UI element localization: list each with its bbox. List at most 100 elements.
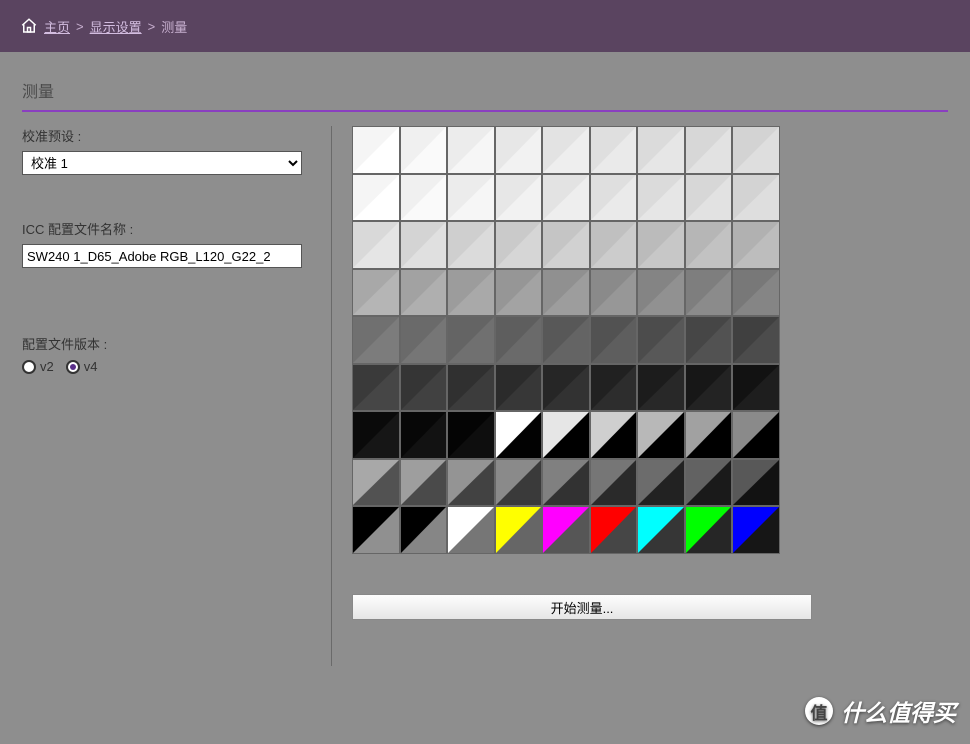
swatch-cell xyxy=(352,364,400,412)
start-measurement-button[interactable]: 开始测量... xyxy=(352,594,812,620)
swatch-cell xyxy=(732,126,780,174)
swatch-cell xyxy=(495,316,543,364)
swatch-cell xyxy=(637,269,685,317)
swatch-cell xyxy=(400,459,448,507)
swatch-cell xyxy=(590,221,638,269)
swatch-cell xyxy=(542,126,590,174)
swatch-cell xyxy=(542,269,590,317)
swatch-cell xyxy=(447,174,495,222)
swatch-cell xyxy=(685,221,733,269)
swatch-cell xyxy=(542,411,590,459)
swatch-cell xyxy=(352,221,400,269)
swatch-cell xyxy=(400,269,448,317)
swatch-cell xyxy=(400,411,448,459)
swatch-cell xyxy=(542,316,590,364)
swatch-cell xyxy=(590,174,638,222)
swatch-cell xyxy=(590,269,638,317)
version-radio-v4[interactable]: v4 xyxy=(66,359,98,374)
settings-panel: 校准预设 : 校准 1 ICC 配置文件名称 : 配置文件版本 : v2 v4 xyxy=(22,126,332,666)
preset-label: 校准预设 : xyxy=(22,126,311,145)
swatch-cell xyxy=(590,126,638,174)
swatch-cell xyxy=(352,459,400,507)
swatch-cell xyxy=(590,459,638,507)
swatch-cell xyxy=(352,126,400,174)
watermark: 值 什么值得买 xyxy=(805,694,956,728)
swatch-cell xyxy=(732,174,780,222)
watermark-text: 什么值得买 xyxy=(841,694,956,728)
swatch-cell xyxy=(542,506,590,554)
swatch-cell xyxy=(495,459,543,507)
breadcrumb-sep: > xyxy=(76,19,84,34)
swatch-cell xyxy=(542,364,590,412)
swatch-cell xyxy=(447,364,495,412)
swatch-cell xyxy=(495,221,543,269)
swatch-cell xyxy=(352,506,400,554)
swatch-cell xyxy=(732,364,780,412)
breadcrumb-home[interactable]: 主页 xyxy=(44,17,70,36)
swatch-cell xyxy=(495,174,543,222)
swatch-cell xyxy=(400,364,448,412)
breadcrumb-display-settings[interactable]: 显示设置 xyxy=(90,17,142,36)
swatch-cell xyxy=(400,316,448,364)
swatch-cell xyxy=(732,506,780,554)
swatch-cell xyxy=(542,174,590,222)
swatch-cell xyxy=(685,506,733,554)
swatch-cell xyxy=(400,221,448,269)
swatch-cell xyxy=(685,411,733,459)
swatch-cell xyxy=(637,506,685,554)
swatch-cell xyxy=(685,126,733,174)
swatch-cell xyxy=(685,364,733,412)
swatch-cell xyxy=(732,316,780,364)
swatch-cell xyxy=(732,459,780,507)
preview-panel: 开始测量... xyxy=(332,126,948,666)
swatch-cell xyxy=(352,174,400,222)
page-title: 测量 xyxy=(22,68,948,112)
swatch-cell xyxy=(685,174,733,222)
watermark-badge-icon: 值 xyxy=(805,697,833,725)
swatch-cell xyxy=(542,459,590,507)
swatch-cell xyxy=(637,364,685,412)
swatch-cell xyxy=(685,316,733,364)
breadcrumb-bar: 主页 > 显示设置 > 测量 xyxy=(0,0,970,52)
breadcrumb-current: 测量 xyxy=(161,17,187,36)
swatch-cell xyxy=(590,364,638,412)
swatch-cell xyxy=(732,269,780,317)
swatch-cell xyxy=(447,269,495,317)
swatch-cell xyxy=(400,126,448,174)
swatch-cell xyxy=(637,411,685,459)
swatch-cell xyxy=(637,126,685,174)
swatch-cell xyxy=(637,316,685,364)
swatch-cell xyxy=(352,269,400,317)
swatch-cell xyxy=(352,316,400,364)
swatch-cell xyxy=(495,126,543,174)
swatch-cell xyxy=(732,411,780,459)
home-icon[interactable] xyxy=(20,17,38,35)
swatch-cell xyxy=(637,221,685,269)
preset-select[interactable]: 校准 1 xyxy=(22,151,302,175)
swatch-cell xyxy=(542,221,590,269)
swatch-cell xyxy=(732,221,780,269)
swatch-cell xyxy=(590,411,638,459)
swatch-cell xyxy=(447,221,495,269)
swatch-cell xyxy=(447,411,495,459)
swatch-cell xyxy=(495,364,543,412)
swatch-cell xyxy=(495,269,543,317)
swatch-cell xyxy=(637,174,685,222)
swatch-cell xyxy=(590,506,638,554)
swatch-cell xyxy=(685,459,733,507)
icc-filename-input[interactable] xyxy=(22,244,302,268)
swatch-cell xyxy=(400,506,448,554)
version-radio-v2[interactable]: v2 xyxy=(22,359,54,374)
swatch-cell xyxy=(400,174,448,222)
swatch-cell xyxy=(352,411,400,459)
breadcrumb-sep: > xyxy=(148,19,156,34)
swatch-cell xyxy=(495,411,543,459)
swatch-cell xyxy=(447,126,495,174)
swatch-cell xyxy=(447,459,495,507)
icc-label: ICC 配置文件名称 : xyxy=(22,219,311,238)
version-label: 配置文件版本 : xyxy=(22,334,311,353)
swatch-cell xyxy=(637,459,685,507)
swatch-cell xyxy=(590,316,638,364)
swatch-cell xyxy=(685,269,733,317)
swatch-cell xyxy=(447,316,495,364)
